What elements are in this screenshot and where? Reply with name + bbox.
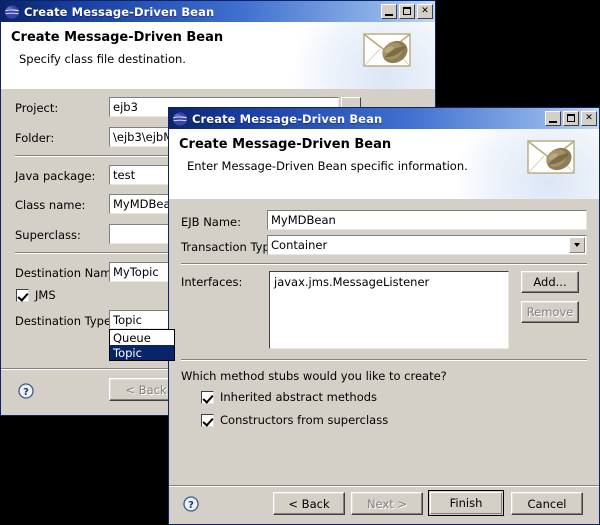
label-java-package: Java package: [15, 169, 96, 183]
dialog-create-mdb-page2[interactable]: Create Message-Driven Bean ✕ Create Mess… [168, 107, 600, 525]
remove-interface-button[interactable]: Remove [521, 301, 579, 323]
svg-text:?: ? [188, 500, 194, 511]
svg-text:?: ? [23, 387, 29, 398]
titlebar-title-back: Create Message-Driven Bean [24, 4, 215, 19]
close-icon[interactable]: ✕ [417, 4, 433, 19]
banner-title-front: Create Message-Driven Bean [179, 137, 392, 152]
constructors-superclass-checkbox[interactable] [201, 413, 214, 427]
label-destination-type: Destination Type: [15, 314, 115, 328]
label-method-stubs-question: Which method stubs would you like to cre… [181, 369, 447, 383]
label-ejb-name: EJB Name: [181, 215, 242, 229]
eclipse-globe-icon [4, 4, 20, 20]
ejb-name-input[interactable]: MyMDBean [267, 210, 587, 230]
maximize-icon[interactable] [563, 111, 579, 126]
divider-front-1 [181, 263, 587, 265]
finish-button[interactable]: Finish [428, 490, 504, 516]
help-icon-back[interactable]: ? [18, 383, 34, 399]
label-class-name: Class name: [15, 198, 86, 212]
banner-subtitle-front: Enter Message-Driven Bean specific infor… [187, 159, 468, 173]
minimize-icon[interactable] [381, 4, 397, 19]
eclipse-globe-icon [172, 111, 188, 127]
banner-title-back: Create Message-Driven Bean [11, 30, 224, 45]
banner-front-dialog: Create Message-Driven Bean Enter Message… [169, 129, 599, 200]
dropdown-option-queue[interactable]: Queue [110, 330, 174, 345]
window-controls-front[interactable]: ✕ [545, 111, 597, 126]
envelope-bean-icon [359, 28, 421, 80]
desktop-background: Create Message-Driven Bean ✕ Create Mess… [0, 0, 600, 525]
minimize-icon[interactable] [545, 111, 561, 126]
envelope-bean-icon [523, 135, 585, 187]
next-button[interactable]: Next > [351, 492, 423, 515]
list-item[interactable]: javax.jms.MessageListener [274, 275, 504, 289]
chevron-down-icon[interactable] [569, 237, 585, 253]
titlebar-title-front: Create Message-Driven Bean [192, 111, 383, 126]
label-project: Project: [15, 101, 59, 115]
label-interfaces: Interfaces: [181, 275, 243, 289]
banner-back-dialog: Create Message-Driven Bean Specify class… [1, 22, 435, 90]
banner-subtitle-back: Specify class file destination. [19, 52, 186, 66]
jms-checkbox[interactable] [16, 288, 29, 302]
jms-checkbox-row[interactable]: JMS [16, 288, 56, 302]
label-transaction-type: Transaction Type [181, 240, 277, 254]
inherited-abstract-row[interactable]: Inherited abstract methods [201, 390, 377, 404]
cancel-button[interactable]: Cancel [511, 492, 583, 515]
window-controls-back[interactable]: ✕ [381, 4, 433, 19]
maximize-icon[interactable] [399, 4, 415, 19]
inherited-abstract-checkbox[interactable] [201, 390, 214, 404]
add-interface-button[interactable]: Add... [521, 271, 579, 293]
back-button-front-dialog[interactable]: < Back [273, 492, 345, 515]
label-folder: Folder: [15, 131, 55, 145]
dropdown-option-topic[interactable]: Topic [110, 345, 174, 360]
interfaces-listbox[interactable]: javax.jms.MessageListener [269, 271, 509, 349]
destination-type-dropdown[interactable]: Queue Topic [109, 329, 175, 361]
close-icon[interactable]: ✕ [581, 111, 597, 126]
transaction-type-combo[interactable]: Container [267, 235, 587, 255]
label-destination-name: Destination Name: [15, 266, 123, 280]
body-front-dialog: EJB Name: MyMDBean Transaction Type Cont… [169, 199, 599, 524]
destination-type-value: Topic [113, 312, 142, 327]
constructors-superclass-row[interactable]: Constructors from superclass [201, 413, 388, 427]
constructors-superclass-label: Constructors from superclass [220, 413, 389, 427]
titlebar-front-dialog[interactable]: Create Message-Driven Bean ✕ [169, 108, 599, 129]
footer-divider-front [169, 485, 599, 487]
inherited-abstract-label: Inherited abstract methods [220, 390, 378, 404]
label-superclass: Superclass: [15, 228, 81, 242]
titlebar-back-dialog[interactable]: Create Message-Driven Bean ✕ [1, 1, 435, 22]
divider-front-2 [181, 359, 587, 361]
jms-checkbox-label: JMS [35, 288, 56, 302]
finish-button-label: Finish [430, 492, 502, 514]
transaction-type-value: Container [271, 238, 328, 252]
help-icon-front[interactable]: ? [183, 496, 199, 512]
